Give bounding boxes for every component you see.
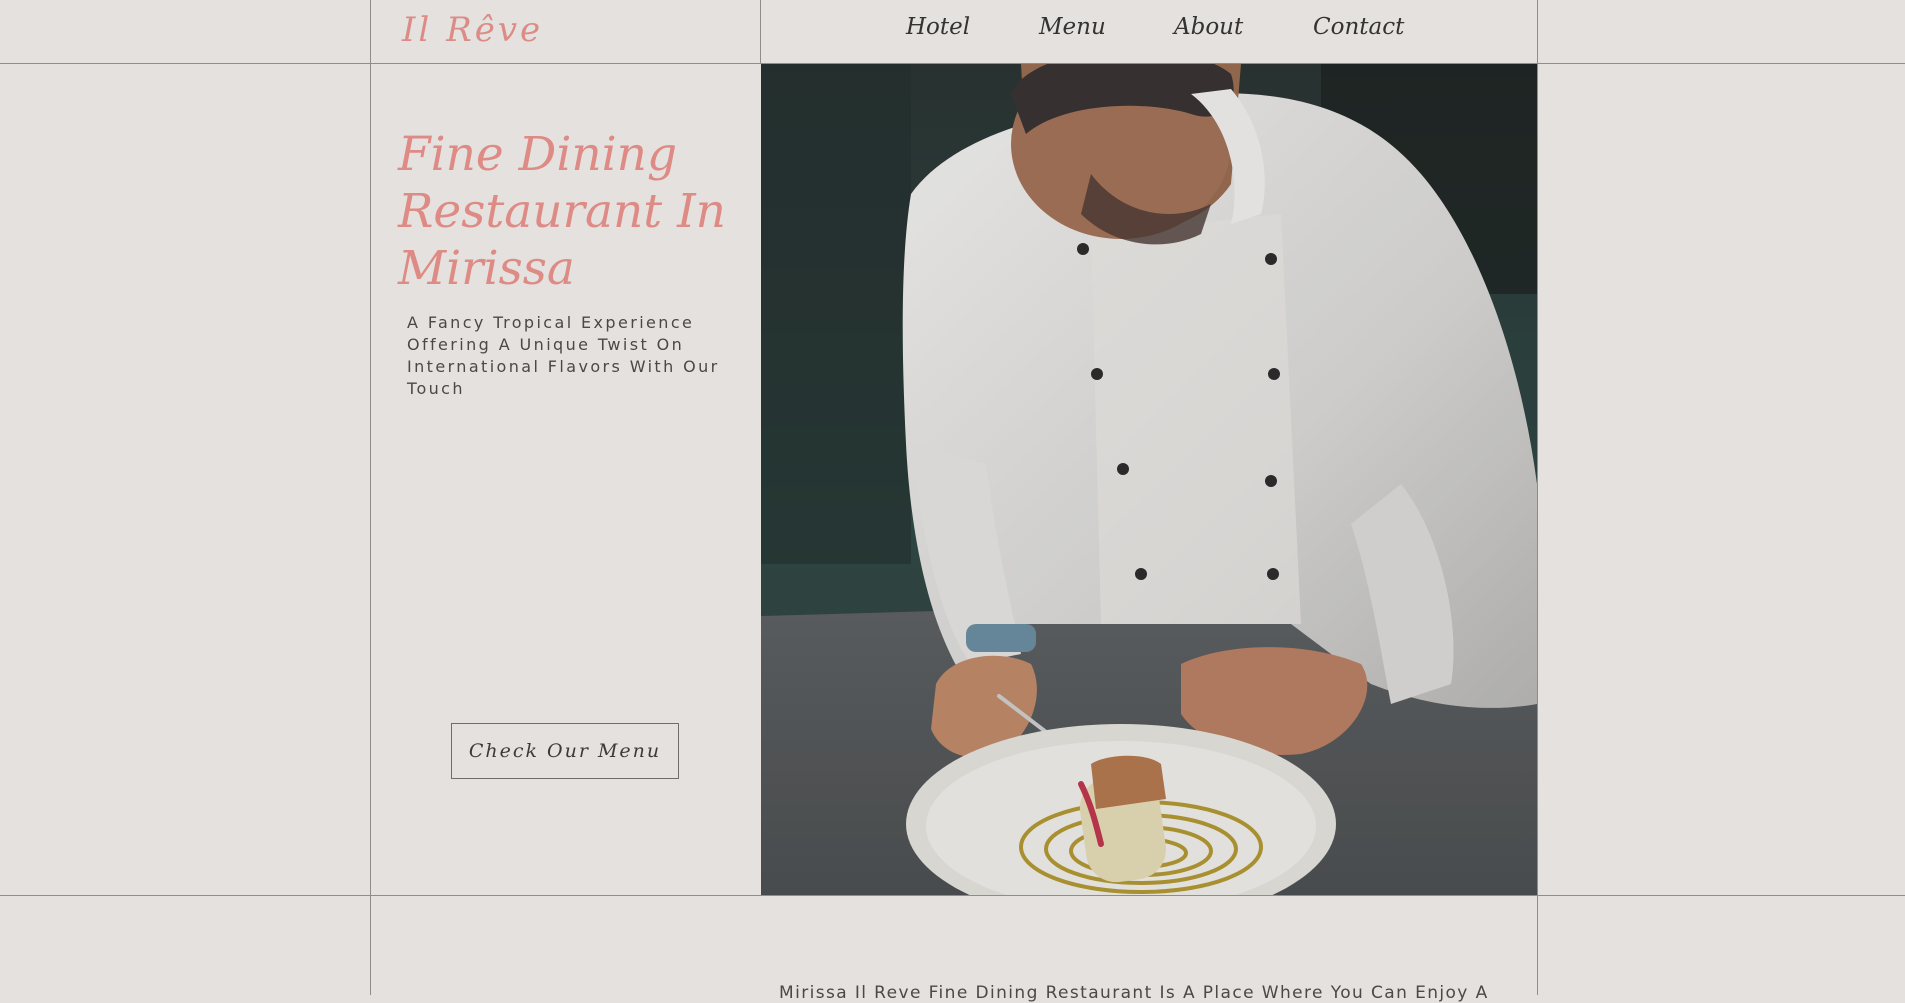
main-nav: Hotel Menu About Contact: [760, 14, 1537, 50]
grid-line-right: [1537, 0, 1538, 995]
nav-link-menu[interactable]: Menu: [1039, 14, 1106, 40]
check-menu-button[interactable]: Check Our Menu: [451, 723, 679, 779]
hero-title: Fine Dining Restaurant In Mirissa: [398, 127, 726, 296]
nav-link-contact[interactable]: Contact: [1313, 14, 1404, 40]
intro-text: Mirissa Il Reve Fine Dining Restaurant I…: [779, 983, 1489, 1003]
hero-divider: [0, 895, 1905, 896]
grid-line-left: [370, 0, 371, 995]
site-logo[interactable]: Il Rêve: [402, 10, 543, 50]
hero-photo-chef: [761, 64, 1537, 895]
hero-subtitle: A Fancy Tropical Experience Offering A U…: [407, 313, 720, 398]
nav-link-hotel[interactable]: Hotel: [906, 14, 970, 40]
nav-link-about[interactable]: About: [1174, 14, 1243, 40]
